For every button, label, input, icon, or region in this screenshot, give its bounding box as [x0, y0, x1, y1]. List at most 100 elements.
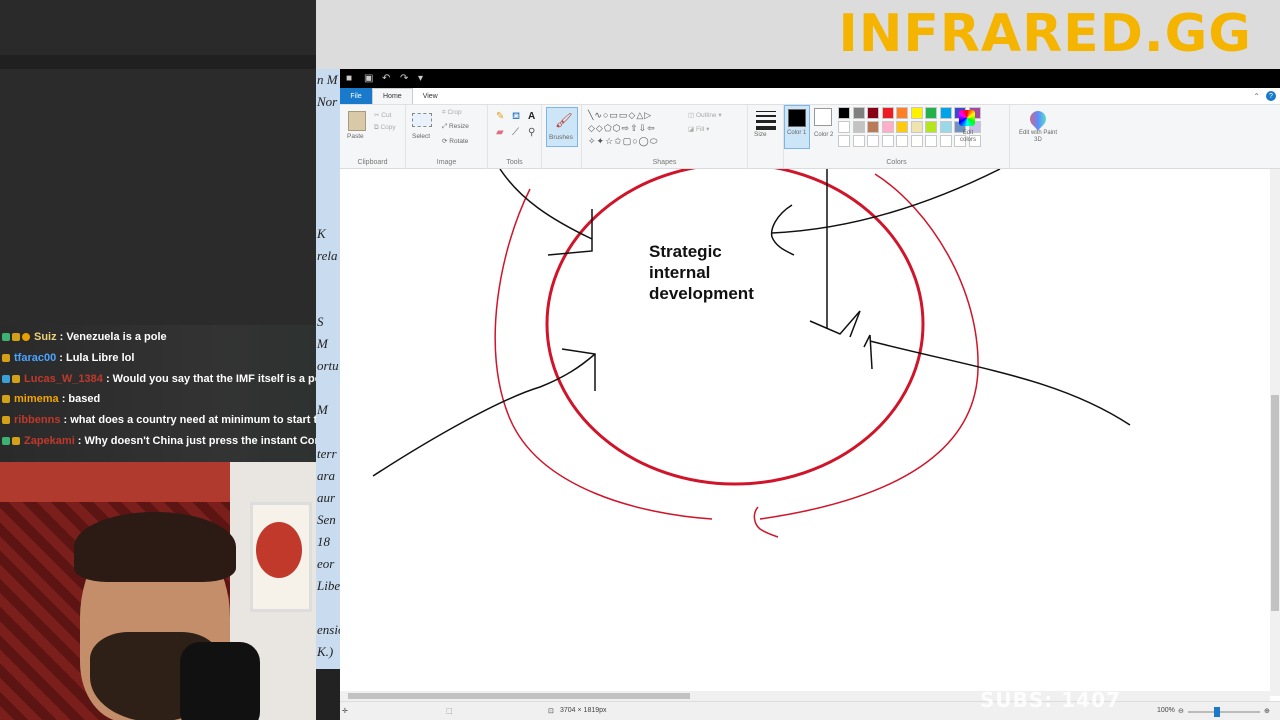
- palette-swatch[interactable]: [939, 107, 952, 119]
- shapes-gallery[interactable]: ╲∿○▭▭◇△▷ ◇◇⬠⬡⇨⇧⇩⇦ ✧✦☆✩▢○◯⬭: [588, 109, 682, 148]
- vertical-scrollbar[interactable]: [1270, 169, 1280, 696]
- arrow-top-left: [499, 169, 593, 256]
- magnifier-icon[interactable]: ⚲: [528, 127, 535, 138]
- copy-button[interactable]: ⧉ Copy: [374, 124, 396, 132]
- edit-colors-label[interactable]: Edit colors: [956, 130, 980, 144]
- tools-label: Tools: [506, 159, 523, 166]
- palette-swatch[interactable]: [852, 107, 865, 119]
- horizontal-scrollbar[interactable]: [340, 691, 1270, 701]
- palette-swatch[interactable]: [896, 107, 908, 119]
- fill-bucket-icon[interactable]: ⛾: [512, 111, 520, 124]
- palette-swatch[interactable]: [867, 135, 879, 147]
- tab-view[interactable]: View: [413, 88, 448, 104]
- quick-access-dropdown-icon[interactable]: ▾: [418, 73, 428, 84]
- brush-icon: 🖌: [555, 112, 573, 128]
- map-label: 18: [317, 534, 330, 549]
- map-label: rela: [317, 248, 338, 263]
- vertical-scroll-thumb[interactable]: [1271, 395, 1279, 611]
- edit-colors-icon[interactable]: [959, 110, 975, 126]
- select-button[interactable]: Select: [412, 133, 430, 140]
- palette-swatch[interactable]: [896, 121, 908, 133]
- colors-group: Color 1 Color 2 Edit colors Colors: [784, 105, 1010, 169]
- palette-swatch[interactable]: [867, 107, 879, 119]
- paste-button[interactable]: Paste: [347, 133, 364, 140]
- palette-swatch[interactable]: [925, 107, 937, 119]
- image-group: Select ⌗ Crop ⤢ Resize ⟳ Rotate Image: [406, 105, 488, 169]
- palette-swatch[interactable]: [939, 121, 952, 133]
- palette-swatch[interactable]: [910, 121, 923, 133]
- color-picker-icon[interactable]: ⟋: [512, 127, 519, 138]
- palette-swatch[interactable]: [838, 107, 850, 119]
- tab-home[interactable]: Home: [372, 88, 413, 104]
- palette-swatch[interactable]: [925, 121, 937, 133]
- chat-separator: :: [56, 351, 66, 364]
- canvas-dimensions: 3704 × 1819px: [560, 707, 607, 714]
- zoom-slider-track[interactable]: [1188, 711, 1260, 713]
- color2-swatch[interactable]: [814, 108, 832, 126]
- select-icon[interactable]: [412, 113, 432, 127]
- clipboard-group: Paste ✂ Cut ⧉ Copy Clipboard: [340, 105, 406, 169]
- shapes-label: Shapes: [652, 159, 677, 166]
- pencil-icon[interactable]: ✎: [496, 111, 504, 122]
- image-label: Image: [436, 159, 457, 166]
- size-icon[interactable]: [756, 111, 776, 133]
- palette-swatch[interactable]: [910, 107, 923, 119]
- edit-with-paint3d-button[interactable]: Edit with Paint 3D: [1016, 130, 1060, 144]
- zoom-in-icon[interactable]: ⊕: [1264, 707, 1270, 715]
- map-label: [316, 179, 340, 201]
- color1-button[interactable]: Color 1: [784, 105, 810, 149]
- chat-badge-icon: [12, 374, 20, 383]
- palette-swatch[interactable]: [896, 135, 908, 147]
- chat-message: mimema : based: [0, 389, 316, 410]
- text-tool-icon[interactable]: A: [528, 111, 535, 122]
- paint-canvas[interactable]: Strategic internal development: [340, 169, 1270, 696]
- ribbon-collapse-icon[interactable]: ⌃: [1253, 92, 1260, 101]
- zoom-slider-thumb[interactable]: [1214, 707, 1220, 717]
- crop-button[interactable]: ⌗ Crop: [442, 109, 462, 117]
- chat-badge-icon: [12, 437, 20, 446]
- palette-swatch[interactable]: [881, 135, 894, 147]
- map-label: K: [317, 226, 326, 241]
- zoom-out-icon[interactable]: ⊖: [1178, 707, 1184, 715]
- rotate-button[interactable]: ⟳ Rotate: [442, 137, 468, 145]
- cut-button[interactable]: ✂ Cut: [374, 111, 391, 119]
- fill-button[interactable]: ◪ Fill ▾: [688, 125, 709, 133]
- brushes-button[interactable]: 🖌 Brushes: [546, 107, 578, 147]
- resize-button[interactable]: ⤢ Resize: [442, 123, 469, 131]
- chat-username: Zapekami: [24, 434, 75, 447]
- palette-swatch[interactable]: [852, 121, 865, 133]
- palette-swatch[interactable]: [838, 121, 850, 133]
- map-label: [316, 289, 340, 311]
- map-label: n M: [317, 72, 338, 87]
- map-label: [316, 201, 340, 223]
- palette-swatch[interactable]: [838, 135, 850, 147]
- chat-username: ribbenns: [14, 414, 61, 427]
- paint-window: ■ ▣ ↶ ↷ ▾ File Home View ⌃ ? Paste ✂ Cut…: [340, 69, 1280, 720]
- menu-file[interactable]: File: [340, 88, 372, 104]
- paint-app-icon: ■: [346, 72, 353, 84]
- clipboard-label: Clipboard: [357, 159, 388, 166]
- palette-swatch[interactable]: [867, 121, 879, 133]
- outline-button[interactable]: ◫ Outline ▾: [688, 111, 722, 119]
- paste-icon[interactable]: [348, 111, 366, 131]
- chat-text: Why doesn't China just press the instant…: [84, 434, 316, 447]
- undo-icon[interactable]: ↶: [382, 73, 392, 84]
- eraser-icon[interactable]: ▰: [496, 127, 504, 138]
- horizontal-scroll-thumb[interactable]: [348, 693, 690, 699]
- palette-swatch[interactable]: [881, 121, 894, 133]
- save-icon[interactable]: ▣: [364, 73, 374, 84]
- red-return-arrow: [753, 506, 779, 538]
- arrow-bottom-left: [372, 348, 596, 477]
- map-label: [316, 377, 340, 399]
- chat-message: Suiz : Venezuela is a pole: [0, 327, 316, 348]
- chat-text: Would you say that the IMF itself is a p…: [112, 372, 316, 385]
- palette-swatch[interactable]: [910, 135, 923, 147]
- red-circle-inner: [545, 169, 925, 486]
- paint3d-icon[interactable]: [1026, 107, 1050, 131]
- palette-swatch[interactable]: [852, 135, 865, 147]
- redo-icon[interactable]: ↷: [400, 73, 410, 84]
- palette-swatch[interactable]: [925, 135, 937, 147]
- palette-swatch[interactable]: [881, 107, 894, 119]
- help-icon[interactable]: ?: [1266, 91, 1276, 101]
- palette-swatch[interactable]: [939, 135, 952, 147]
